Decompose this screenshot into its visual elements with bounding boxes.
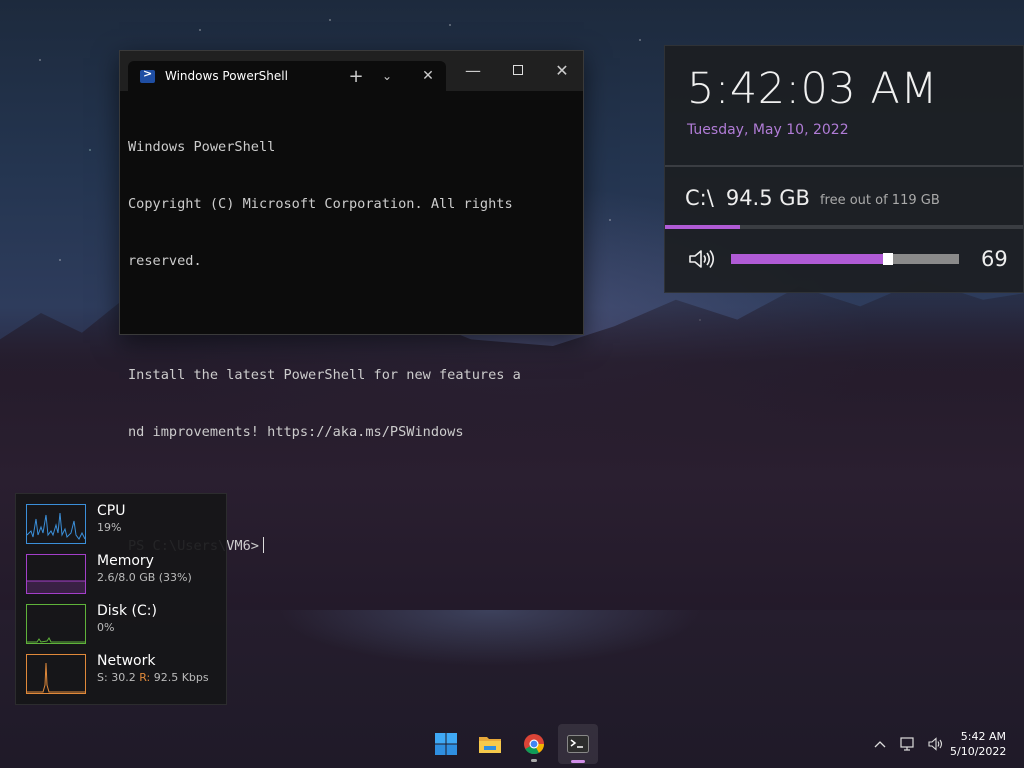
disk-graph bbox=[26, 604, 86, 644]
disk-total: free out of 119 GB bbox=[819, 192, 940, 208]
console-line: Windows PowerShell bbox=[128, 139, 276, 155]
network-graph bbox=[26, 654, 86, 694]
close-button[interactable]: ✕ bbox=[544, 55, 580, 85]
start-button[interactable] bbox=[426, 724, 466, 764]
disk-label: C:\ bbox=[685, 186, 714, 210]
memory-value: 2.6/8.0 GB (33%) bbox=[97, 571, 192, 584]
recv-value: 92.5 Kbps bbox=[153, 671, 209, 684]
volume-value: 69 bbox=[981, 247, 1008, 271]
disk-usage-fill bbox=[665, 225, 741, 229]
disk-usage-bar bbox=[665, 225, 1023, 229]
volume-slider[interactable] bbox=[731, 253, 959, 265]
volume-section: 69 bbox=[665, 229, 1023, 289]
cpu-graph bbox=[26, 504, 86, 544]
cpu-value: 19% bbox=[97, 521, 122, 534]
chevron-up-icon bbox=[874, 741, 886, 748]
disk-value: 0% bbox=[97, 621, 115, 634]
powershell-icon bbox=[140, 67, 155, 83]
console-line: Install the latest PowerShell for new fe… bbox=[128, 367, 521, 383]
minimize-button[interactable]: — bbox=[455, 55, 491, 85]
maximize-button[interactable] bbox=[500, 55, 536, 85]
volume-fill bbox=[731, 254, 889, 264]
clock-date: Tuesday, May 10, 2022 bbox=[687, 122, 849, 138]
console-line: nd improvements! https://aka.ms/PSWindow… bbox=[128, 424, 464, 440]
disk-free: 94.5 GB bbox=[725, 186, 810, 210]
windows-start-icon bbox=[435, 733, 457, 755]
perf-network[interactable]: Network S: 30.2 R: 92.5 Kbps bbox=[26, 653, 226, 704]
chrome-icon bbox=[524, 734, 545, 755]
taskbar-clock[interactable]: 5:42 AM 5/10/2022 bbox=[950, 729, 1024, 759]
terminal-icon bbox=[567, 735, 589, 753]
send-label: S: bbox=[97, 671, 108, 684]
cpu-label: CPU bbox=[97, 503, 126, 519]
taskbar-date: 5/10/2022 bbox=[950, 745, 1007, 758]
memory-label: Memory bbox=[97, 553, 154, 569]
window-titlebar[interactable]: Windows PowerShell ✕ + ⌄ — ✕ bbox=[120, 51, 583, 91]
taskbar: 5:42 AM 5/10/2022 bbox=[0, 720, 1024, 768]
send-value: 30.2 bbox=[111, 671, 136, 684]
disk-label: Disk (C:) bbox=[97, 603, 157, 619]
network-button[interactable] bbox=[896, 737, 920, 751]
file-explorer-button[interactable] bbox=[470, 724, 510, 764]
performance-widget: CPU 19% Memory 2.6/8.0 GB (33%) Disk (C:… bbox=[15, 493, 227, 705]
tab-close-button[interactable]: ✕ bbox=[416, 68, 440, 84]
maximize-icon bbox=[513, 65, 523, 75]
perf-cpu[interactable]: CPU 19% bbox=[26, 503, 226, 554]
network-label: Network bbox=[97, 653, 156, 669]
file-explorer-icon bbox=[479, 737, 501, 753]
taskbar-time: 5:42 AM bbox=[960, 730, 1006, 743]
memory-graph bbox=[26, 554, 86, 594]
perf-disk[interactable]: Disk (C:) 0% bbox=[26, 603, 226, 654]
chrome-button[interactable] bbox=[514, 724, 554, 764]
terminal-button[interactable] bbox=[558, 724, 598, 764]
taskbar-apps bbox=[426, 724, 598, 764]
volume-button[interactable] bbox=[924, 737, 948, 751]
network-value: S: 30.2 R: 92.5 Kbps bbox=[97, 671, 209, 684]
recv-label: R: bbox=[139, 671, 151, 684]
console-line: reserved. bbox=[128, 253, 202, 269]
text-cursor bbox=[262, 537, 264, 553]
speaker-icon bbox=[928, 737, 943, 751]
perf-memory[interactable]: Memory 2.6/8.0 GB (33%) bbox=[26, 553, 226, 604]
clock-section: 5:42:03 AM Tuesday, May 10, 2022 bbox=[665, 46, 1023, 167]
network-icon bbox=[900, 737, 914, 751]
new-tab-button[interactable]: + bbox=[342, 61, 370, 91]
show-hidden-icons-button[interactable] bbox=[868, 740, 892, 748]
running-indicator bbox=[531, 759, 537, 762]
speaker-icon[interactable] bbox=[687, 247, 715, 271]
tab-dropdown-button[interactable]: ⌄ bbox=[376, 61, 398, 91]
system-tray: 5:42 AM 5/10/2022 bbox=[866, 720, 1024, 768]
clock-time: 5:42:03 AM bbox=[687, 64, 938, 114]
clock-widget: 5:42:03 AM Tuesday, May 10, 2022 C:\ 94.… bbox=[664, 45, 1024, 293]
tab-windows-powershell[interactable]: Windows PowerShell ✕ bbox=[128, 61, 446, 91]
disk-section: C:\ 94.5 GB free out of 119 GB bbox=[665, 167, 1023, 229]
console-line: Copyright (C) Microsoft Corporation. All… bbox=[128, 196, 513, 212]
volume-thumb[interactable] bbox=[883, 253, 894, 265]
powershell-window[interactable]: Windows PowerShell ✕ + ⌄ — ✕ Windows Pow… bbox=[119, 50, 584, 554]
